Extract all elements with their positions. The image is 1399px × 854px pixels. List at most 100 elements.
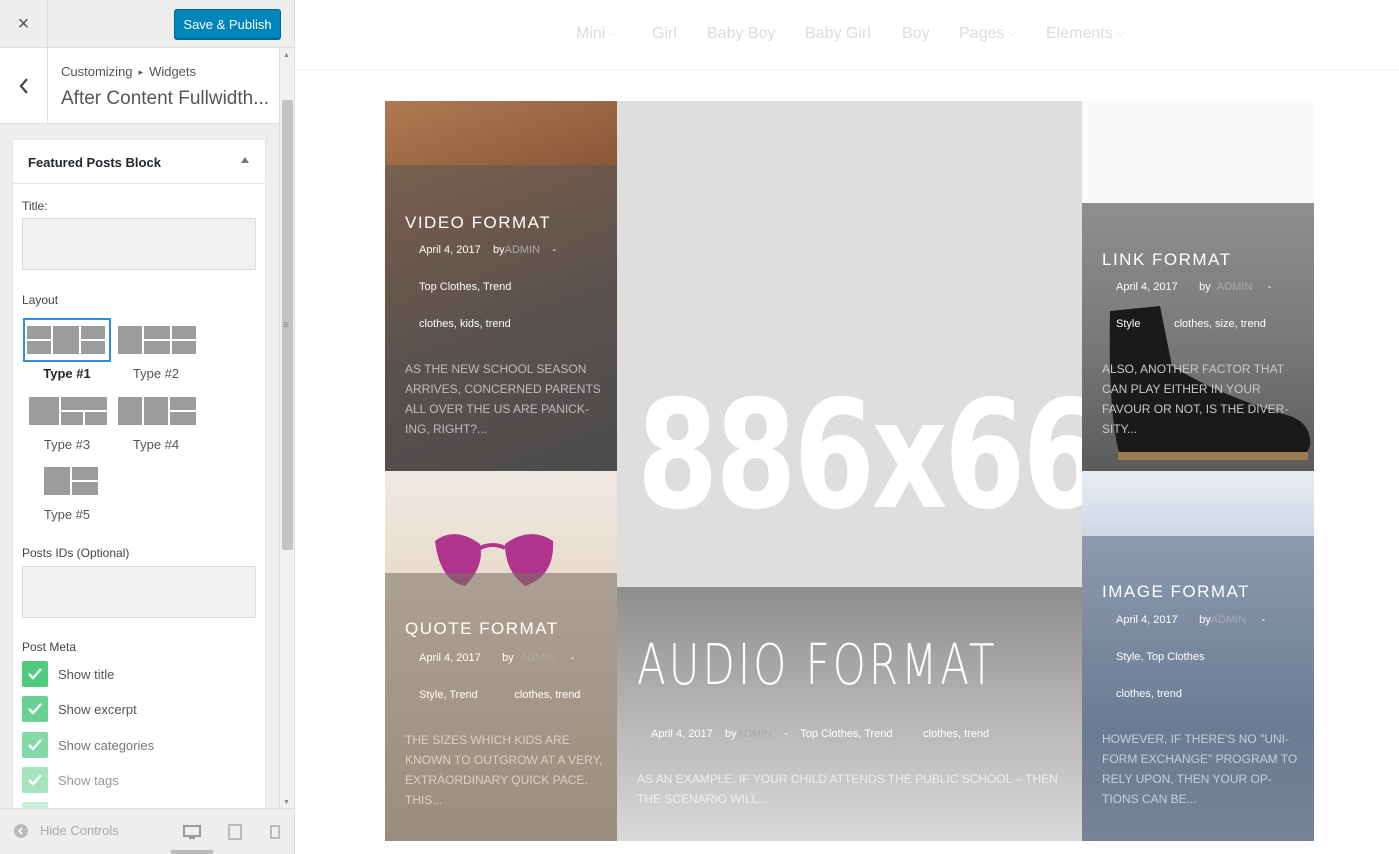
post-tags: clothes, trend	[923, 728, 990, 740]
layout-type-1[interactable]: Type #1	[23, 318, 111, 381]
post-excerpt: AS THE NEW SCHOOL SEASON ARRIVES, CONCER…	[405, 362, 601, 436]
placeholder-dimensions: 886x668	[636, 369, 1082, 543]
post-dash: -	[570, 652, 575, 664]
chevron-down-icon: ⌵	[609, 28, 617, 39]
chevron-left-icon	[19, 78, 28, 94]
post-by: by	[502, 652, 514, 664]
post-card-placeholder[interactable]: 886x668 AUDIO FORMAT April 4, 2017 byADM…	[617, 101, 1082, 841]
layout-type-5[interactable]: Type #5	[23, 459, 111, 522]
nav-item-boy[interactable]: Boy	[902, 25, 930, 43]
title-input[interactable]	[22, 218, 256, 270]
post-card-link[interactable]: LINK FORMAT April 4, 2017 by ADMIN - Sty…	[1082, 101, 1314, 471]
post-meta-label: Post Meta	[22, 640, 77, 654]
post-tags[interactable]: clothes, trend	[1116, 688, 1182, 700]
hide-controls-button[interactable]: Hide Controls	[14, 823, 119, 838]
post-dash: -	[784, 728, 788, 740]
post-categories: Top Clothes, Trend	[800, 728, 893, 740]
show-categories-checkbox[interactable]: Show categories	[22, 732, 154, 758]
mobile-icon[interactable]	[266, 823, 284, 841]
layout-label: Layout	[22, 293, 59, 307]
checkbox-checked-icon[interactable]	[22, 661, 48, 687]
post-meta: April 4, 2017 by ADMIN -	[1116, 281, 1271, 293]
post-tags[interactable]: clothes, kids, trend	[419, 318, 511, 330]
save-publish-button[interactable]: Save & Publish	[174, 9, 281, 39]
scroll-up-arrow-icon[interactable]: ▲	[283, 52, 290, 59]
breadcrumb-leaf: Widgets	[149, 64, 197, 79]
title-label: Title:	[22, 199, 48, 213]
post-date: April 4, 2017	[419, 244, 481, 256]
show-excerpt-label: Show excerpt	[58, 701, 137, 717]
checkbox-checked-icon[interactable]	[22, 696, 48, 722]
chevron-down-icon: ⌵	[1116, 28, 1125, 39]
checkbox-checked-icon[interactable]	[22, 767, 48, 793]
nav-item-mini[interactable]: Mini ⌵	[576, 25, 617, 43]
post-card-image[interactable]: IMAGE FORMAT April 4, 2017 byADMIN - Sty…	[1082, 471, 1314, 841]
post-ids-label: Posts IDs (Optional)	[22, 546, 130, 560]
post-card-video[interactable]: VIDEO FORMAT April 4, 2017 byADMIN - Top…	[385, 101, 617, 471]
post-dash: -	[1261, 614, 1266, 626]
post-tags: clothes, size, trend	[1174, 318, 1266, 330]
layout-type-4[interactable]: Type #4	[112, 389, 200, 452]
widget-title: Featured Posts Block	[28, 155, 161, 170]
customizer-footer: Hide Controls	[0, 808, 294, 854]
nav-item-baby-girl[interactable]: Baby Girl	[805, 25, 871, 43]
active-device-indicator	[171, 850, 213, 854]
post-author: ADMIN	[736, 728, 773, 740]
post-categories[interactable]: Style clothes, size, trend	[1116, 318, 1266, 330]
post-title[interactable]: QUOTE FORMAT	[405, 619, 559, 639]
hide-controls-label: Hide Controls	[40, 823, 119, 838]
post-categories[interactable]: Style, Trend clothes, trend	[419, 689, 580, 701]
layout-type-3[interactable]: Type #3	[23, 389, 111, 452]
section-title: After Content Fullwidth...	[61, 88, 270, 109]
show-categories-label: Show categories	[58, 737, 155, 753]
post-excerpt: THE SIZES WHICH KIDS ARE KNOWN TO OUTGRO…	[405, 733, 603, 807]
layout-type-2[interactable]: Type #2	[112, 318, 200, 381]
tablet-icon[interactable]	[226, 823, 244, 841]
post-title[interactable]: VIDEO FORMAT	[405, 213, 551, 233]
post-meta: April 4, 2017 byADMIN -	[1116, 614, 1265, 626]
layout-type-2-thumbnail	[116, 324, 196, 356]
post-meta: April 4, 2017 by ADMIN -	[419, 652, 574, 664]
chevron-down-icon: ⌵	[1008, 28, 1016, 39]
nav-item-pages[interactable]: Pages ⌵	[959, 25, 1016, 43]
post-author: ADMIN	[519, 652, 556, 664]
nav-item-baby-boy[interactable]: Baby Boy	[707, 25, 775, 43]
post-by: by	[725, 728, 737, 740]
post-dash: -	[1267, 281, 1272, 293]
layout-type-2-label: Type #2	[132, 366, 180, 381]
nav-item-elements[interactable]: Elements ⌵	[1046, 25, 1124, 43]
close-customizer-button[interactable]: ×	[0, 0, 48, 48]
back-button[interactable]	[0, 48, 48, 124]
resize-handle-icon[interactable]: ≡	[283, 320, 289, 331]
post-excerpt: HOWEVER, IF THERE'S NO "UNI-FORM EXCHANG…	[1102, 732, 1298, 806]
post-meta: April 4, 2017 byADMIN - Top Clothes, Tre…	[651, 728, 989, 740]
breadcrumb-separator: ▸	[138, 67, 144, 77]
post-date: April 4, 2017	[651, 728, 713, 740]
featured-posts-grid: VIDEO FORMAT April 4, 2017 byADMIN - Top…	[385, 101, 1314, 841]
post-author: ADMIN	[504, 244, 541, 256]
post-categories[interactable]: Style, Top Clothes	[1116, 651, 1204, 663]
post-author: ADMIN	[1210, 614, 1247, 626]
scroll-down-arrow-icon[interactable]: ▼	[283, 799, 290, 806]
layout-type-4-label: Type #4	[132, 437, 180, 452]
post-categories[interactable]: Top Clothes, Trend	[419, 281, 511, 293]
layout-type-3-label: Type #3	[43, 437, 91, 452]
desktop-icon[interactable]	[183, 823, 201, 841]
show-tags-checkbox[interactable]: Show tags	[22, 767, 119, 793]
show-title-checkbox[interactable]: Show title	[22, 661, 114, 687]
widget-header[interactable]: Featured Posts Block	[13, 140, 265, 184]
sidebar-scrollbar[interactable]: ▲ ▼	[279, 48, 294, 808]
layout-type-5-label: Type #5	[43, 507, 91, 522]
post-ids-input[interactable]	[22, 566, 256, 618]
layout-type-4-thumbnail	[116, 395, 196, 427]
post-title[interactable]: AUDIO FORMAT	[637, 633, 997, 698]
post-card-quote[interactable]: QUOTE FORMAT April 4, 2017 by ADMIN - St…	[385, 471, 617, 841]
collapse-arrow-icon[interactable]	[241, 157, 249, 163]
nav-item-girl[interactable]: Girl	[652, 25, 677, 43]
post-title[interactable]: LINK FORMAT	[1102, 250, 1232, 270]
post-tags: clothes, trend	[514, 689, 581, 701]
layout-type-1-thumbnail	[27, 324, 107, 356]
show-excerpt-checkbox[interactable]: Show excerpt	[22, 696, 137, 722]
post-title[interactable]: IMAGE FORMAT	[1102, 582, 1250, 602]
checkbox-checked-icon[interactable]	[22, 732, 48, 758]
